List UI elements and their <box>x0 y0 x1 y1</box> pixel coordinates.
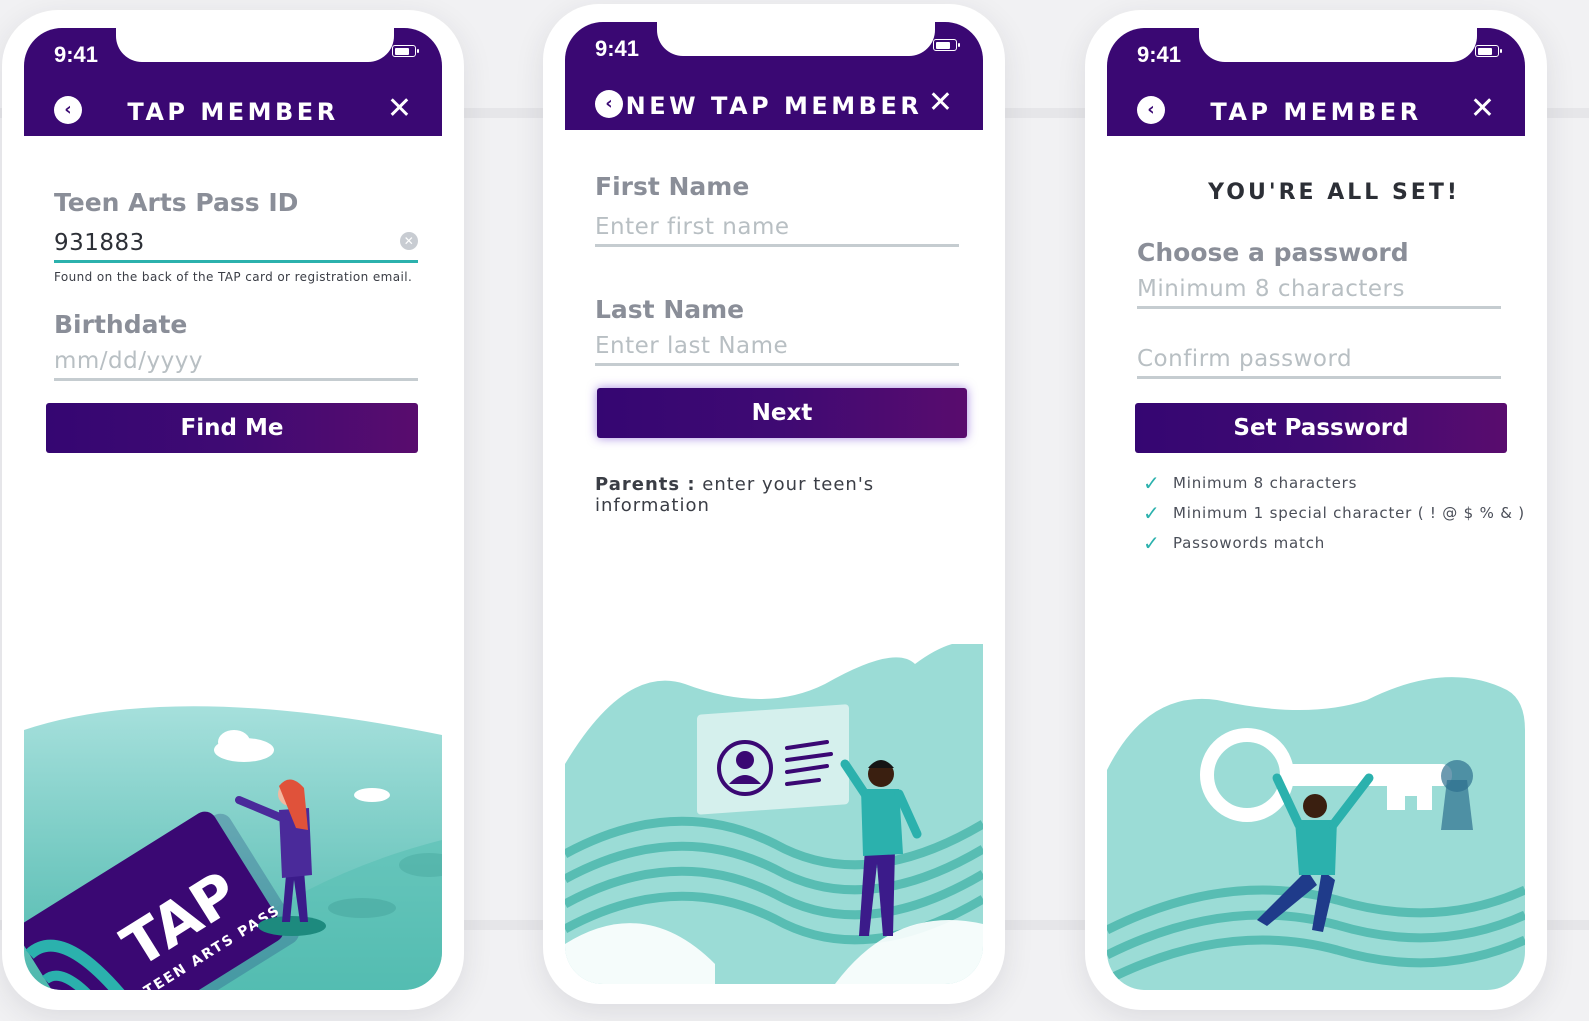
confirm-password-placeholder: Confirm password <box>1137 346 1353 372</box>
wifi-icon <box>1454 45 1470 56</box>
battery-icon <box>933 39 960 51</box>
header-bar: 9:41 ‹ NEW TAP MEMBER ✕ <box>565 22 983 130</box>
password-requirements: ✓ Minimum 8 characters ✓ Minimum 1 special… <box>1143 468 1525 558</box>
keyhole-icon <box>1441 760 1473 830</box>
tap-id-label: Teen Arts Pass ID <box>54 188 299 217</box>
password-input[interactable]: Minimum 8 characters <box>1137 276 1501 309</box>
close-button[interactable]: ✕ <box>1470 94 1495 124</box>
password-placeholder: Minimum 8 characters <box>1137 276 1405 302</box>
parents-note: Parents : enter your teen's information <box>595 474 983 516</box>
success-heading: YOU'RE ALL SET! <box>1208 180 1460 205</box>
last-name-label: Last Name <box>595 295 745 324</box>
profile-card-illustration <box>565 644 983 984</box>
status-time: 9:41 <box>1137 42 1182 67</box>
requirement-text: Passowords match <box>1173 534 1326 552</box>
signal-icon <box>889 39 907 51</box>
screen: 9:41 ‹ TAP MEMBER ✕ YOU'RE ALL SET! Choo… <box>1107 28 1525 990</box>
status-icons <box>889 39 960 51</box>
signal-icon <box>348 45 366 57</box>
check-icon: ✓ <box>1143 501 1161 525</box>
first-name-label: First Name <box>595 172 750 201</box>
password-label: Choose a password <box>1137 238 1409 267</box>
tap-card-illustration: TAP TEEN ARTS PASS <box>24 706 442 990</box>
birthdate-input[interactable]: mm/dd/yyyy <box>54 348 418 381</box>
requirement-item: ✓ Minimum 1 special character ( ! @ $ % &… <box>1143 498 1525 528</box>
tap-id-input[interactable]: 931883 ✕ <box>54 230 418 263</box>
last-name-placeholder: Enter last Name <box>595 333 789 359</box>
wifi-icon <box>912 39 928 50</box>
birthdate-label: Birthdate <box>54 310 188 339</box>
confirm-password-input[interactable]: Confirm password <box>1137 346 1501 379</box>
requirement-item: ✓ Passowords match <box>1143 528 1525 558</box>
close-button[interactable]: ✕ <box>928 88 953 118</box>
check-icon: ✓ <box>1143 531 1161 555</box>
key-illustration <box>1107 677 1525 990</box>
find-me-button[interactable]: Find Me <box>46 403 418 453</box>
set-password-button[interactable]: Set Password <box>1135 403 1507 453</box>
page-title: TAP MEMBER <box>1210 98 1422 126</box>
status-icons <box>1431 45 1502 57</box>
birthdate-placeholder: mm/dd/yyyy <box>54 348 203 374</box>
first-name-placeholder: Enter first name <box>595 214 790 240</box>
status-icons <box>348 45 419 57</box>
battery-icon <box>392 45 419 57</box>
screen: 9:41 ‹ NEW TAP MEMBER ✕ First Name Enter… <box>565 22 983 984</box>
tap-id-value: 931883 <box>54 230 145 256</box>
check-icon: ✓ <box>1143 471 1161 495</box>
close-icon: ✕ <box>1469 91 1495 126</box>
last-name-input[interactable]: Enter last Name <box>595 333 959 366</box>
header-bar: 9:41 ‹ TAP MEMBER ✕ <box>24 28 442 136</box>
status-time: 9:41 <box>54 42 99 67</box>
requirement-text: Minimum 8 characters <box>1173 474 1358 492</box>
phone-screen-find-member: 9:41 ‹ TAP MEMBER ✕ Teen Arts Pass ID 93… <box>2 10 464 1010</box>
next-button[interactable]: Next <box>597 388 967 438</box>
close-icon: ✕ <box>386 91 412 126</box>
wifi-icon <box>371 45 387 56</box>
page-title: NEW TAP MEMBER <box>625 92 923 120</box>
status-time: 9:41 <box>595 36 640 61</box>
battery-icon <box>1475 45 1502 57</box>
tap-id-hint: Found on the back of the TAP card or reg… <box>54 270 413 284</box>
clear-icon[interactable]: ✕ <box>400 232 418 250</box>
first-name-input[interactable]: Enter first name <box>595 214 959 247</box>
page-title: TAP MEMBER <box>127 98 339 126</box>
screen: 9:41 ‹ TAP MEMBER ✕ Teen Arts Pass ID 93… <box>24 28 442 990</box>
header-bar: 9:41 ‹ TAP MEMBER ✕ <box>1107 28 1525 136</box>
requirement-text: Minimum 1 special character ( ! @ $ % & … <box>1173 504 1525 522</box>
phone-screen-set-password: 9:41 ‹ TAP MEMBER ✕ YOU'RE ALL SET! Choo… <box>1085 10 1547 1010</box>
close-icon: ✕ <box>927 85 953 120</box>
close-button[interactable]: ✕ <box>387 94 412 124</box>
profile-card <box>697 704 849 815</box>
phone-screen-new-member: 9:41 ‹ NEW TAP MEMBER ✕ First Name Enter… <box>543 4 1005 1004</box>
requirement-item: ✓ Minimum 8 characters <box>1143 468 1525 498</box>
parents-note-label: Parents : <box>595 474 696 495</box>
signal-icon <box>1431 45 1449 57</box>
